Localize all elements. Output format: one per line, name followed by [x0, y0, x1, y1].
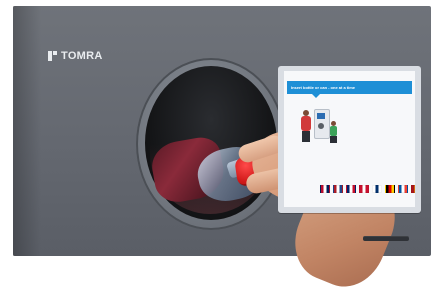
language-flag-france-icon[interactable] — [398, 185, 408, 193]
tomra-logo-text: TOMRA — [61, 50, 103, 62]
photo-frame: TOMRA Insert bottle or can - one at a ti… — [0, 0, 445, 298]
tomra-logo-mark-icon — [48, 51, 58, 61]
machine-side-shadow — [13, 6, 41, 256]
prompt-banner-pointer-icon — [312, 94, 320, 98]
language-flag-finland-icon[interactable] — [372, 185, 382, 193]
screen-prompt-banner: Insert bottle or can - one at a time — [287, 81, 412, 94]
person-body-icon — [301, 116, 311, 131]
tomra-logo: TOMRA — [48, 50, 103, 62]
language-flag-germany-icon[interactable] — [385, 185, 395, 193]
mini-screen-icon — [317, 113, 325, 119]
receipt-slot[interactable] — [363, 236, 409, 241]
screen-prompt-text: Insert bottle or can - one at a time — [291, 85, 356, 90]
child-body-icon — [330, 126, 337, 136]
language-flag-denmark-icon[interactable] — [359, 185, 369, 193]
language-flags — [320, 185, 415, 193]
language-flag-norway-icon[interactable] — [320, 185, 330, 193]
person-legs-icon — [302, 131, 310, 142]
language-flag-spain-icon[interactable] — [411, 185, 415, 193]
language-flag-netherlands-icon[interactable] — [333, 185, 343, 193]
child-legs-icon — [330, 136, 337, 143]
mini-opening-icon — [318, 123, 324, 129]
language-flag-united-kingdom-icon[interactable] — [346, 185, 356, 193]
touchscreen[interactable]: Insert bottle or can - one at a time — [284, 71, 415, 207]
